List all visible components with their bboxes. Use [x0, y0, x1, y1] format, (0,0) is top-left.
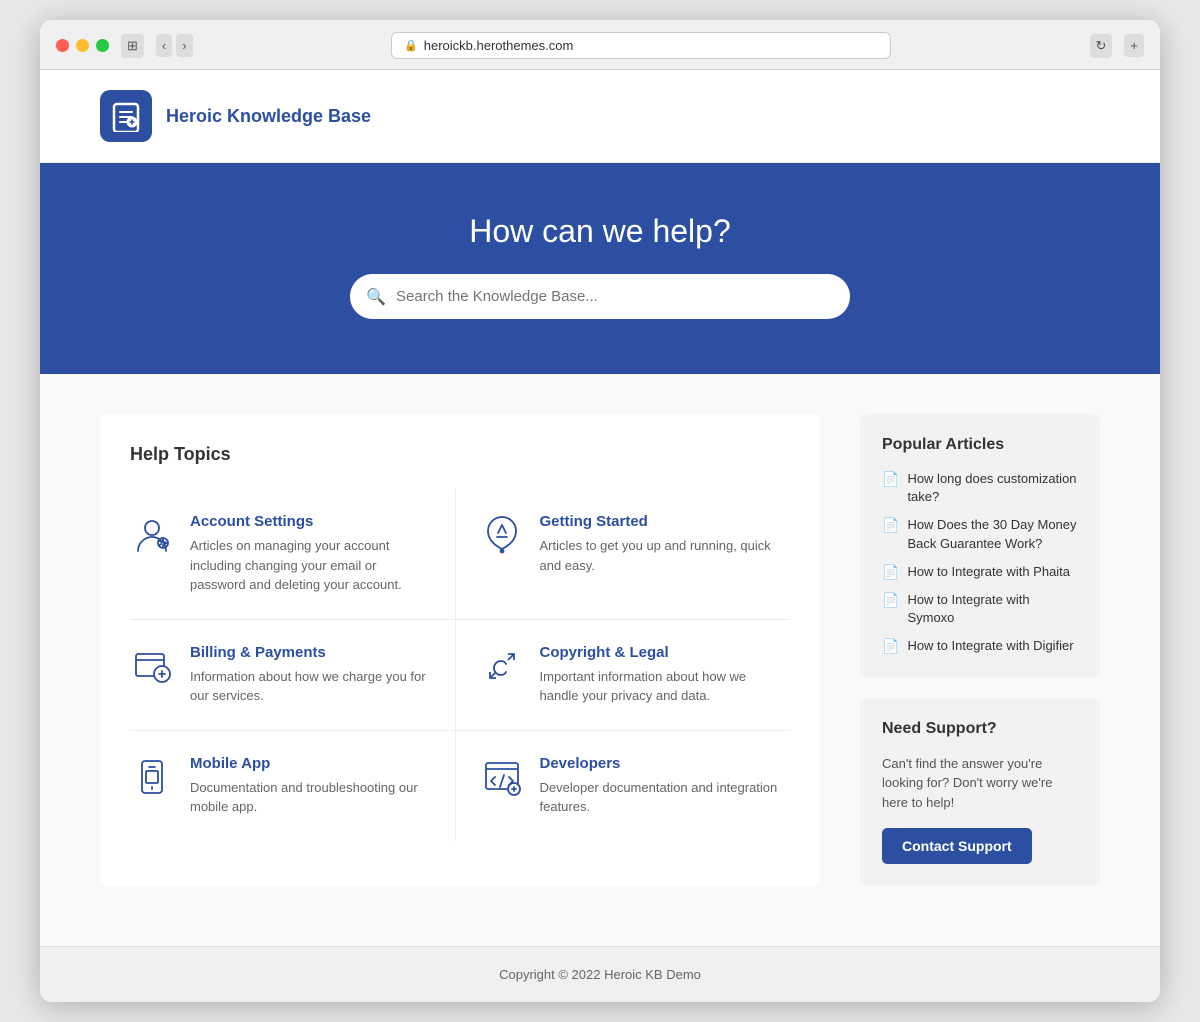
topic-billing-name: Billing & Payments [190, 644, 431, 661]
topic-account-text: Account Settings Articles on managing yo… [190, 513, 431, 595]
article-item-2[interactable]: 📄 How to Integrate with Phaita [882, 563, 1078, 581]
topic-developers-desc: Developer documentation and integration … [540, 778, 781, 817]
topic-copyright-text: Copyright & Legal Important information … [540, 644, 781, 706]
back-button[interactable]: ‹ [156, 34, 172, 57]
help-topics-title: Help Topics [130, 444, 790, 465]
billing-icon [130, 644, 174, 688]
need-support-title: Need Support? [882, 720, 1078, 738]
popular-articles-title: Popular Articles [882, 436, 1078, 454]
close-button[interactable] [56, 39, 69, 52]
topic-developers-text: Developers Developer documentation and i… [540, 755, 781, 817]
developers-icon [480, 755, 524, 799]
footer-copyright: Copyright © 2022 Heroic KB Demo [499, 967, 701, 982]
topic-getting-started-name: Getting Started [540, 513, 781, 530]
search-container: 🔍 [350, 274, 850, 319]
site-header: Heroic Knowledge Base [40, 70, 1160, 163]
article-item-0[interactable]: 📄 How long does customization take? [882, 470, 1078, 506]
file-icon-1: 📄 [882, 517, 899, 534]
topic-mobile-text: Mobile App Documentation and troubleshoo… [190, 755, 431, 817]
nav-buttons: ‹ › [156, 34, 193, 57]
topic-billing-text: Billing & Payments Information about how… [190, 644, 431, 706]
contact-support-button[interactable]: Contact Support [882, 828, 1032, 864]
sidebar-toggle-button[interactable]: ⊞ [121, 34, 144, 58]
article-item-3[interactable]: 📄 How to Integrate with Symoxo [882, 591, 1078, 627]
hero-title: How can we help? [100, 213, 1100, 250]
article-link-4: How to Integrate with Digifier [907, 637, 1073, 655]
logo-container[interactable]: Heroic Knowledge Base [100, 90, 371, 142]
topics-grid: Account Settings Articles on managing yo… [130, 489, 790, 841]
url-text: heroickb.herothemes.com [424, 38, 574, 53]
reload-button[interactable]: ↻ [1090, 34, 1113, 58]
article-link-1: How Does the 30 Day Money Back Guarantee… [907, 516, 1078, 552]
account-settings-icon [130, 513, 174, 557]
minimize-button[interactable] [76, 39, 89, 52]
topic-mobile-name: Mobile App [190, 755, 431, 772]
mobile-icon [130, 755, 174, 799]
file-icon-0: 📄 [882, 471, 899, 488]
browser-chrome: ⊞ ‹ › 🔒 heroickb.herothemes.com ↻ + [40, 20, 1160, 70]
topics-row-1: Account Settings Articles on managing yo… [130, 489, 790, 620]
main-content: Help Topics [40, 374, 1160, 946]
page-content: Heroic Knowledge Base How can we help? 🔍… [40, 70, 1160, 1002]
topic-billing[interactable]: Billing & Payments Information about how… [130, 620, 456, 730]
logo-icon [100, 90, 152, 142]
topic-mobile[interactable]: Mobile App Documentation and troubleshoo… [130, 731, 456, 841]
article-link-3: How to Integrate with Symoxo [907, 591, 1078, 627]
file-icon-4: 📄 [882, 638, 899, 655]
search-input[interactable] [350, 274, 850, 319]
topic-developers[interactable]: Developers Developer documentation and i… [456, 731, 791, 841]
file-icon-3: 📄 [882, 592, 899, 609]
topic-copyright-name: Copyright & Legal [540, 644, 781, 661]
site-footer: Copyright © 2022 Heroic KB Demo [40, 946, 1160, 1002]
need-support-card: Need Support? Can't find the answer you'… [860, 698, 1100, 887]
topic-developers-name: Developers [540, 755, 781, 772]
topics-row-3: Mobile App Documentation and troubleshoo… [130, 731, 790, 841]
search-icon: 🔍 [366, 287, 386, 307]
lock-icon: 🔒 [404, 39, 418, 52]
topics-row-2: Billing & Payments Information about how… [130, 620, 790, 731]
forward-button[interactable]: › [176, 34, 192, 57]
topic-getting-started-desc: Articles to get you up and running, quic… [540, 536, 781, 575]
popular-articles-list: 📄 How long does customization take? 📄 Ho… [882, 470, 1078, 656]
topic-account-desc: Articles on managing your account includ… [190, 536, 431, 595]
browser-window: ⊞ ‹ › 🔒 heroickb.herothemes.com ↻ + [40, 20, 1160, 1002]
logo-text: Heroic Knowledge Base [166, 105, 371, 128]
address-bar[interactable]: 🔒 heroickb.herothemes.com [391, 32, 891, 59]
help-topics-section: Help Topics [100, 414, 820, 886]
topic-copyright-desc: Important information about how we handl… [540, 667, 781, 706]
topic-mobile-desc: Documentation and troubleshooting our mo… [190, 778, 431, 817]
hero-banner: How can we help? 🔍 [40, 163, 1160, 374]
topic-billing-desc: Information about how we charge you for … [190, 667, 431, 706]
need-support-description: Can't find the answer you're looking for… [882, 754, 1078, 813]
article-link-0: How long does customization take? [907, 470, 1078, 506]
topic-account-settings[interactable]: Account Settings Articles on managing yo… [130, 489, 456, 619]
article-item-1[interactable]: 📄 How Does the 30 Day Money Back Guarant… [882, 516, 1078, 552]
new-tab-button[interactable]: + [1124, 34, 1144, 57]
file-icon-2: 📄 [882, 564, 899, 581]
topic-copyright[interactable]: Copyright & Legal Important information … [456, 620, 791, 730]
article-link-2: How to Integrate with Phaita [907, 563, 1070, 581]
topic-getting-started-text: Getting Started Articles to get you up a… [540, 513, 781, 575]
topic-account-name: Account Settings [190, 513, 431, 530]
sidebar: Popular Articles 📄 How long does customi… [860, 414, 1100, 886]
traffic-lights [56, 39, 109, 52]
popular-articles-card: Popular Articles 📄 How long does customi… [860, 414, 1100, 678]
article-item-4[interactable]: 📄 How to Integrate with Digifier [882, 637, 1078, 655]
maximize-button[interactable] [96, 39, 109, 52]
copyright-icon [480, 644, 524, 688]
topic-getting-started[interactable]: Getting Started Articles to get you up a… [456, 489, 791, 619]
getting-started-icon [480, 513, 524, 557]
